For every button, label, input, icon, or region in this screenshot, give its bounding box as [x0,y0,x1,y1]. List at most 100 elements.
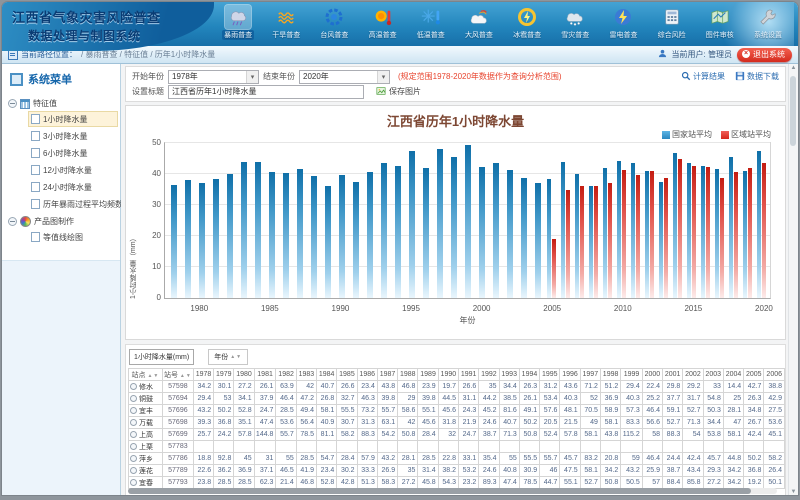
bar-group-1981[interactable] [209,143,223,298]
year-col-header[interactable]: 1985 [337,369,357,381]
legend-regional[interactable]: 区域站平均 [721,129,771,140]
year-col-header[interactable]: 1983 [296,369,316,381]
toolbar-item-hail[interactable]: 冰雹普查 [503,3,551,45]
scroll-up-icon[interactable]: ▲ [789,64,798,73]
station-name-cell[interactable]: 万载 [129,417,163,429]
bar-national[interactable] [423,168,429,298]
bar-regional[interactable] [678,159,682,298]
logout-button[interactable]: × 退出系统 [737,48,792,62]
toolbar-item-typhoon[interactable]: 台风普查 [310,3,358,45]
tree-group-features[interactable]: 特征值 [8,98,118,109]
year-col-header[interactable]: 1982 [276,369,296,381]
year-col-header[interactable]: 1993 [499,369,519,381]
bar-national[interactable] [493,163,499,298]
toolbar-item-high-temp[interactable]: 高温普查 [359,3,407,45]
bar-group-1986[interactable] [279,143,293,298]
bar-national[interactable] [673,153,677,298]
bar-group-1999[interactable] [461,143,475,298]
year-col-header[interactable]: 2006 [764,369,785,381]
save-image-button[interactable]: 保存图片 [376,86,421,98]
radio-icon[interactable] [130,407,137,414]
year-col-header[interactable]: 1989 [418,369,438,381]
bar-group-2008[interactable] [587,143,601,298]
toolbar-item-low-temp[interactable]: 低温普查 [407,3,455,45]
bar-national[interactable] [617,161,621,298]
bar-national[interactable] [701,166,705,298]
bar-national[interactable] [367,172,373,298]
bar-national[interactable] [589,186,593,298]
bar-group-1995[interactable] [405,143,419,298]
bar-national[interactable] [687,163,691,298]
bar-group-1990[interactable] [335,143,349,298]
bar-group-1992[interactable] [363,143,377,298]
bar-group-1993[interactable] [377,143,391,298]
bar-national[interactable] [451,157,457,298]
bar-group-2005[interactable] [545,143,559,298]
bar-group-2019[interactable] [740,143,754,298]
bar-group-2007[interactable] [573,143,587,298]
scrollbar-thumb[interactable] [128,488,751,494]
bar-regional[interactable] [566,190,570,299]
bar-group-1978[interactable] [167,143,181,298]
bar-group-1996[interactable] [419,143,433,298]
bar-national[interactable] [631,163,635,298]
bar-group-2013[interactable] [656,143,670,298]
scroll-down-icon[interactable]: ▼ [789,488,798,496]
year-col-header[interactable]: 1998 [600,369,620,381]
bar-national[interactable] [381,163,387,298]
bar-national[interactable] [603,168,607,298]
bar-group-2017[interactable] [712,143,726,298]
bar-national[interactable] [227,174,233,298]
download-button[interactable]: 数据下载 [735,71,779,83]
station-id-col-header[interactable]: 站号 ▲▼ [162,369,193,381]
year-col-header[interactable]: 1984 [317,369,337,381]
bar-national[interactable] [743,171,747,298]
bar-national[interactable] [409,151,415,298]
bar-group-1982[interactable] [223,143,237,298]
year-col-header[interactable]: 1980 [234,369,254,381]
bar-group-1994[interactable] [391,143,405,298]
bar-national[interactable] [659,182,663,298]
bar-group-1987[interactable] [293,143,307,298]
bar-group-1998[interactable] [447,143,461,298]
bar-group-1991[interactable] [349,143,363,298]
bar-group-1984[interactable] [251,143,265,298]
sort-icons[interactable]: ▲▼ [230,354,242,360]
bar-national[interactable] [185,180,191,298]
station-name-cell[interactable]: 上高 [129,429,163,441]
bar-group-2020[interactable] [754,143,768,298]
station-name-cell[interactable]: 萍乡 [129,453,163,465]
station-name-cell[interactable]: 宜春 [129,477,163,489]
bar-national[interactable] [757,151,761,298]
year-col-header[interactable]: 1986 [357,369,377,381]
radio-icon[interactable] [130,443,137,450]
bar-national[interactable] [575,174,579,298]
bar-national[interactable] [171,185,177,298]
bar-group-2012[interactable] [642,143,656,298]
sort-icons[interactable]: ▲▼ [180,373,192,379]
bar-group-2018[interactable] [726,143,740,298]
toolbar-item-lightning[interactable]: 雷电普查 [599,3,647,45]
bar-regional[interactable] [692,166,696,298]
bar-group-1983[interactable] [237,143,251,298]
bar-regional[interactable] [650,171,654,298]
toolbar-item-map-review[interactable]: 图件审核 [696,3,744,45]
bar-group-2011[interactable] [628,143,642,298]
year-sort-header[interactable]: 年份▲▼ [208,349,248,365]
sidebar-item-isoline-map[interactable]: 等值线绘图 [28,229,118,245]
end-year-select[interactable]: 2020年▾ [299,70,390,84]
toolbar-item-snow[interactable]: 雪灾普查 [551,3,599,45]
radio-icon[interactable] [130,431,137,438]
year-col-header[interactable]: 1995 [540,369,560,381]
collapse-icon[interactable] [8,99,17,108]
bar-national[interactable] [465,145,471,298]
bar-national[interactable] [241,162,247,298]
year-col-header[interactable]: 1988 [398,369,418,381]
year-col-header[interactable]: 1994 [519,369,539,381]
bar-national[interactable] [547,179,551,298]
start-year-select[interactable]: 1978年▾ [168,70,259,84]
year-col-header[interactable]: 1997 [580,369,600,381]
bar-national[interactable] [339,175,345,298]
bar-group-2006[interactable] [559,143,573,298]
bar-regional[interactable] [720,178,724,298]
